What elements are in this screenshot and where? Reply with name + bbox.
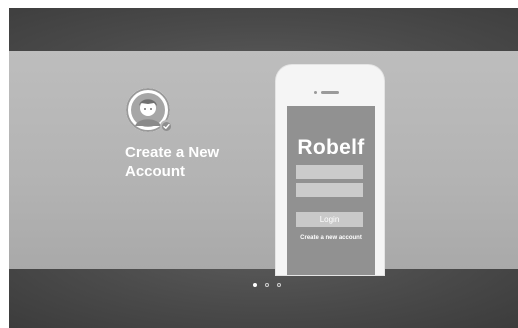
password-field[interactable] bbox=[296, 183, 363, 197]
page-dot-3[interactable] bbox=[277, 283, 281, 287]
top-band bbox=[9, 8, 518, 51]
create-account-link[interactable]: Create a new account bbox=[287, 234, 375, 242]
slide-title: Create a New Account bbox=[125, 144, 220, 180]
page-dot-2[interactable] bbox=[265, 283, 269, 287]
bottom-band bbox=[9, 269, 518, 328]
page-dot-1[interactable] bbox=[253, 283, 257, 287]
phone-camera bbox=[314, 91, 317, 94]
brand-logo: Robelf bbox=[297, 136, 365, 159]
checkmark-icon bbox=[160, 120, 173, 133]
phone-mockup: Robelf Login Create a new account bbox=[276, 65, 384, 275]
phone-speaker bbox=[321, 91, 339, 94]
login-button[interactable]: Login bbox=[296, 212, 363, 227]
username-field[interactable] bbox=[296, 165, 363, 179]
phone-screen: Robelf Login Create a new account bbox=[287, 106, 375, 275]
